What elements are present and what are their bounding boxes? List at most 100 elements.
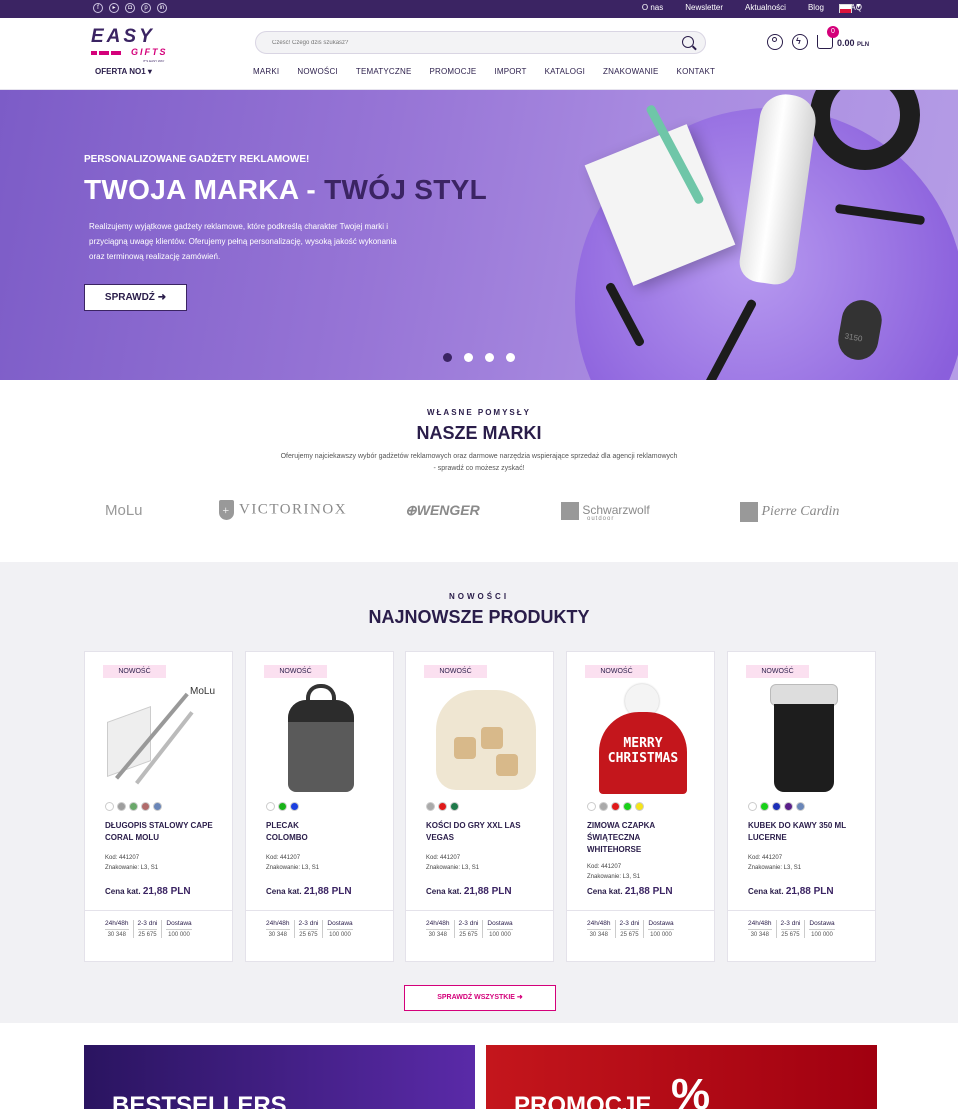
product-marking: Znakowanie: L3, S1 bbox=[426, 865, 480, 871]
bestsellers-banner[interactable]: BESTSELLERS bbox=[84, 1045, 475, 1109]
search-icon[interactable] bbox=[682, 36, 694, 48]
new-badge: NOWOŚĆ bbox=[264, 665, 327, 678]
color-swatch[interactable] bbox=[141, 802, 150, 811]
pl-flag-icon[interactable] bbox=[839, 4, 852, 13]
brands-desc: Oferujemy najciekawszy wybór gadżetów re… bbox=[280, 453, 678, 472]
product-meta: Kod: 441207 Znakowanie: L3, S1 bbox=[266, 853, 319, 873]
stock-header: 2-3 dni bbox=[298, 920, 319, 930]
facebook-icon[interactable]: f bbox=[93, 3, 103, 13]
color-swatch[interactable] bbox=[266, 802, 275, 811]
color-swatches bbox=[587, 802, 644, 811]
color-swatch[interactable] bbox=[278, 802, 287, 811]
stock-header: Dostawa bbox=[487, 920, 513, 930]
color-swatch[interactable] bbox=[105, 802, 114, 811]
promotions-banner[interactable]: PROMOCJE % bbox=[486, 1045, 877, 1109]
logo-tagline: IT'S EASY WAY bbox=[143, 59, 165, 63]
slider-dot[interactable] bbox=[443, 353, 452, 362]
color-swatch[interactable] bbox=[450, 802, 459, 811]
color-swatch[interactable] bbox=[772, 802, 781, 811]
hero-cta-button[interactable]: SPRAWDŹ ➜ bbox=[84, 284, 187, 311]
stock-value: 30 348 bbox=[428, 932, 447, 938]
color-swatch[interactable] bbox=[153, 802, 162, 811]
color-swatch[interactable] bbox=[760, 802, 769, 811]
color-swatch[interactable] bbox=[784, 802, 793, 811]
product-card[interactable]: NOWOŚĆ PLECAK COLOMBO Kod: 441207 Znakowa… bbox=[245, 651, 394, 962]
slider-dot[interactable] bbox=[464, 353, 473, 362]
color-swatch[interactable] bbox=[426, 802, 435, 811]
search-bar bbox=[255, 31, 706, 54]
stock-table: 24h/48h 30 348 2-3 dni 25 675 Dostawa 100 0… bbox=[422, 920, 517, 938]
color-swatch[interactable] bbox=[611, 802, 620, 811]
lightning-icon[interactable]: ϟ bbox=[792, 34, 808, 50]
color-swatch[interactable] bbox=[635, 802, 644, 811]
product-code: Kod: 441207 bbox=[426, 855, 461, 861]
color-swatch[interactable] bbox=[796, 802, 805, 811]
color-swatch[interactable] bbox=[290, 802, 299, 811]
slider-dot[interactable] bbox=[485, 353, 494, 362]
price-value: 21,88 PLN bbox=[303, 886, 352, 897]
nav-marki[interactable]: MARKI bbox=[253, 67, 279, 76]
product-marking: Znakowanie: L3, S1 bbox=[587, 874, 641, 880]
product-meta: Kod: 441207 Znakowanie: L3, S1 bbox=[105, 853, 158, 873]
linkedin-icon[interactable]: in bbox=[157, 3, 167, 13]
user-icon[interactable] bbox=[767, 34, 783, 50]
hero-cta-label: SPRAWDŹ bbox=[104, 292, 155, 303]
chevron-down-icon[interactable]: ▼ bbox=[855, 3, 862, 10]
nav-promocje[interactable]: PROMOCJE bbox=[430, 67, 477, 76]
product-marking: Znakowanie: L3, S1 bbox=[266, 865, 320, 871]
product-name[interactable]: KOŚCI DO GRY XXL LAS VEGAS bbox=[426, 820, 541, 844]
brand-wenger[interactable]: ⊕WENGER bbox=[405, 502, 480, 519]
product-card[interactable]: NOWOŚĆ MoLu DŁUGOPIS STALOWY CAPE CORAL … bbox=[84, 651, 233, 962]
see-all-label: SPRAWDŹ WSZYSTKIE bbox=[437, 994, 515, 1001]
search-input[interactable] bbox=[272, 37, 652, 49]
color-swatch[interactable] bbox=[748, 802, 757, 811]
color-swatch[interactable] bbox=[599, 802, 608, 811]
brand-schwarzwolf[interactable]: Schwarzwolf outdoor bbox=[561, 502, 650, 522]
brand-victorinox[interactable]: + VICTORINOX bbox=[219, 500, 347, 520]
product-card[interactable]: NOWOŚĆ KOŚCI DO GRY XXL LAS VEGAS Kod: 4… bbox=[405, 651, 554, 962]
product-name[interactable]: PLECAK COLOMBO bbox=[266, 820, 326, 844]
nav-kontakt[interactable]: KONTAKT bbox=[677, 67, 716, 76]
brand-wenger-label: WENGER bbox=[416, 502, 480, 518]
stock-value: 25 675 bbox=[138, 932, 157, 938]
color-swatch[interactable] bbox=[623, 802, 632, 811]
nav-katalogi[interactable]: KATALOGI bbox=[545, 67, 585, 76]
cart-total[interactable]: 0.00 PLN bbox=[837, 38, 869, 48]
nav-nowosci[interactable]: NOWOŚCI bbox=[297, 67, 338, 76]
link-newsletter[interactable]: Newsletter bbox=[685, 0, 723, 16]
link-about[interactable]: O nas bbox=[642, 0, 663, 16]
product-price: Cena kat. 21,88 PLN bbox=[266, 886, 352, 897]
nav-import[interactable]: IMPORT bbox=[494, 67, 526, 76]
brand-pierre-cardin[interactable]: Pierre Cardin bbox=[740, 502, 839, 522]
link-blog[interactable]: Blog bbox=[808, 0, 824, 16]
stock-header: 24h/48h bbox=[748, 920, 772, 930]
see-all-button[interactable]: SPRAWDŹ WSZYSTKIE ➜ bbox=[404, 985, 556, 1011]
divider bbox=[567, 910, 714, 911]
cart-currency: PLN bbox=[857, 42, 870, 48]
product-name[interactable]: KUBEK DO KAWY 350 ML LUCERNE bbox=[748, 820, 863, 844]
product-name[interactable]: ZIMOWA CZAPKA ŚWIĄTECZNA WHITEHORSE bbox=[587, 820, 677, 856]
brand-molu[interactable]: MoLu bbox=[105, 502, 143, 519]
product-name[interactable]: DŁUGOPIS STALOWY CAPE CORAL MOLU bbox=[105, 820, 220, 844]
stock-value: 30 348 bbox=[750, 932, 769, 938]
instagram-icon[interactable]: ◘ bbox=[125, 3, 135, 13]
color-swatch[interactable] bbox=[117, 802, 126, 811]
color-swatches bbox=[426, 802, 459, 811]
stock-table: 24h/48h 30 348 2-3 dni 25 675 Dostawa 100 0… bbox=[101, 920, 196, 938]
link-news[interactable]: Aktualności bbox=[745, 0, 786, 16]
pinterest-icon[interactable]: p bbox=[141, 3, 151, 13]
nav-znakowanie[interactable]: ZNAKOWANIE bbox=[603, 67, 658, 76]
product-card[interactable]: NOWOŚĆ MERRY CHRISTMAS ZIMOWA CZAPKA ŚWIĄ… bbox=[566, 651, 715, 962]
price-value: 21,88 PLN bbox=[785, 886, 834, 897]
color-swatch[interactable] bbox=[129, 802, 138, 811]
color-swatch[interactable] bbox=[587, 802, 596, 811]
oferta-menu[interactable]: OFERTA NO1 ▾ bbox=[95, 67, 152, 76]
brand-pierre-cardin-label: Pierre Cardin bbox=[761, 504, 840, 520]
color-swatch[interactable] bbox=[438, 802, 447, 811]
logo[interactable]: EASY GIFTS IT'S EASY WAY bbox=[91, 26, 173, 66]
slider-dot[interactable] bbox=[506, 353, 515, 362]
nav-tematyczne[interactable]: TEMATYCZNE bbox=[356, 67, 412, 76]
pc-logo-icon bbox=[740, 502, 758, 522]
product-card[interactable]: NOWOŚĆ KUBEK DO KAWY 350 ML LUCERNE Kod:… bbox=[727, 651, 876, 962]
youtube-icon[interactable]: ▸ bbox=[109, 3, 119, 13]
